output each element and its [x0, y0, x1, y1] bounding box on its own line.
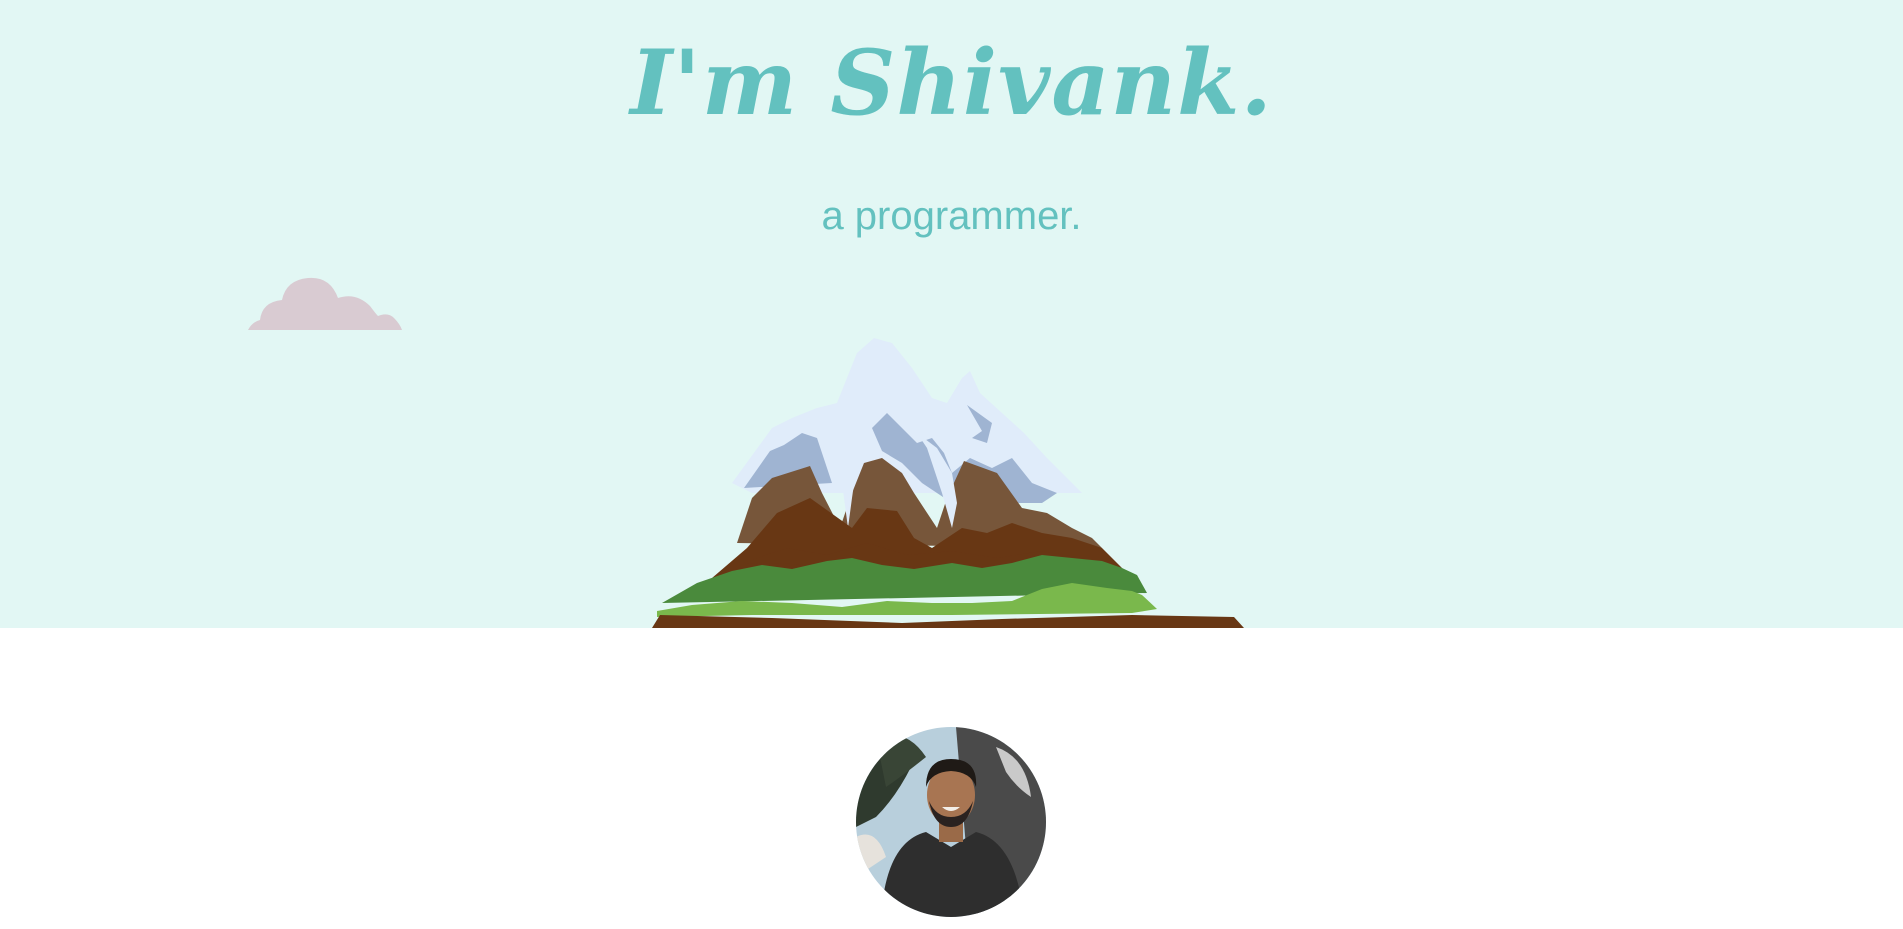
mountain-illustration [652, 338, 1244, 628]
hero-title: I'm Shivank. [630, 30, 1273, 136]
profile-photo [856, 727, 1046, 917]
hero-section: I'm Shivank. a programmer. [0, 0, 1903, 628]
hero-subtitle: a programmer. [821, 194, 1082, 238]
cloud-icon [248, 277, 402, 330]
